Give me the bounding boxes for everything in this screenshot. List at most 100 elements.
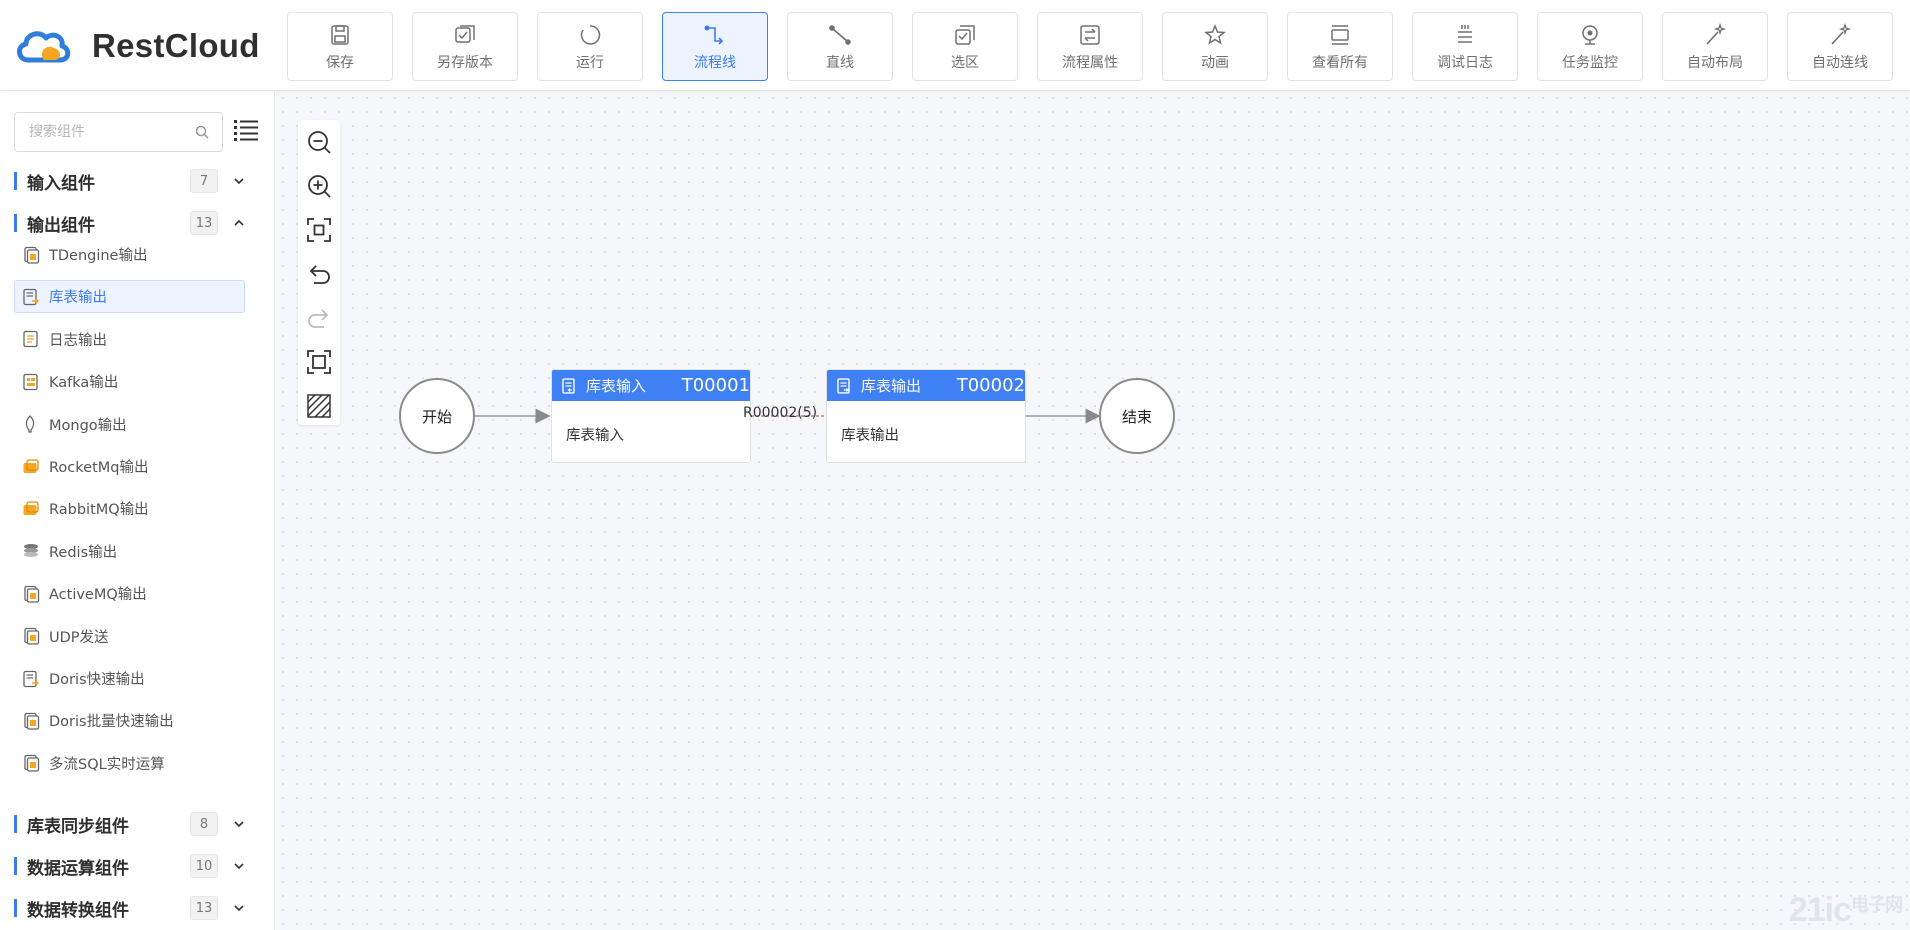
component-item[interactable]: 库表输出	[14, 280, 245, 314]
toolbar-button-flow-properties[interactable]: 流程属性	[1037, 12, 1143, 81]
toolbar-button-label: 动画	[1201, 54, 1229, 71]
toolbar-button-auto-layout[interactable]: 自动布局	[1662, 12, 1768, 81]
category-count: 7	[190, 169, 218, 193]
redo-button[interactable]	[298, 296, 340, 340]
tdengine-icon	[24, 246, 40, 264]
fit-view-button[interactable]	[298, 208, 340, 252]
table-input-icon	[562, 377, 575, 394]
end-node[interactable]: 结束	[1099, 378, 1175, 454]
component-label: ActiveMQ输出	[49, 587, 147, 604]
task-node-body: 库表输入	[566, 428, 624, 444]
component-item[interactable]: TDengine输出	[14, 238, 245, 271]
chevron-down-icon[interactable]	[232, 859, 246, 873]
component-item[interactable]: Doris快速输出	[14, 662, 245, 695]
search-icon[interactable]	[194, 124, 210, 140]
component-item[interactable]: Kafka输出	[14, 365, 245, 398]
toolbar-button-task-monitor[interactable]: 任务监控	[1537, 12, 1643, 81]
multi-stream-sql-icon	[24, 755, 40, 772]
toolbar-button-label: 查看所有	[1312, 54, 1368, 71]
actual-size-icon	[307, 350, 331, 374]
toolbar-button-label: 直线	[826, 54, 854, 71]
actual-size-button[interactable]	[298, 340, 340, 384]
zoom-out-button[interactable]	[298, 120, 340, 164]
toolbar-button-auto-connect[interactable]: 自动连线	[1787, 12, 1893, 81]
component-item[interactable]: Mongo输出	[14, 408, 245, 441]
component-item[interactable]: RabbitMQ输出	[14, 492, 245, 525]
start-node[interactable]: 开始	[399, 378, 475, 454]
component-item[interactable]: RocketMq输出	[14, 450, 245, 483]
activemq-icon	[24, 585, 40, 603]
table-output-icon	[837, 377, 850, 394]
category-input[interactable]: 输入组件 7	[14, 164, 254, 198]
watermark: 21ic电子网	[1788, 891, 1903, 930]
rabbitmq-icon	[23, 501, 39, 515]
doris-icon	[23, 670, 39, 687]
category-output[interactable]: 输出组件 13	[14, 206, 254, 240]
toolbar-button-save[interactable]: 保存	[287, 12, 393, 81]
toolbar-button-debug-log[interactable]: 调试日志	[1412, 12, 1518, 81]
toolbar-button-label: 运行	[576, 54, 604, 71]
straight-line-icon	[829, 24, 851, 45]
toolbar-button-label: 另存版本	[437, 54, 493, 71]
flow-line-icon	[704, 25, 724, 45]
category-data-transform[interactable]: 数据转换组件 13	[14, 891, 254, 925]
component-item[interactable]: ActiveMQ输出	[14, 577, 245, 610]
toolbar-button-animation[interactable]: 动画	[1162, 12, 1268, 81]
toolbar-button-straight-line[interactable]: 直线	[787, 12, 893, 81]
chevron-down-icon[interactable]	[232, 901, 246, 915]
task-node-header: 库表输出 T00002	[827, 370, 1025, 401]
task-node-title: 库表输出	[860, 377, 921, 395]
top-header: RestCloud 保存 另存版本 运行 流程线 直线 选区 流程属性 动画 查看所有 调试日志 任…	[0, 0, 1910, 91]
save-version-icon	[455, 24, 475, 43]
category-count: 13	[190, 211, 218, 235]
watermark-sub: 电子网	[1851, 895, 1903, 915]
component-item[interactable]: Doris批量快速输出	[14, 704, 245, 737]
toolbar-button-run[interactable]: 运行	[537, 12, 643, 81]
undo-button[interactable]	[298, 252, 340, 296]
selection-icon	[955, 24, 975, 45]
edges-layer	[475, 408, 1101, 424]
component-item[interactable]: UDP发送	[14, 620, 245, 653]
component-label: Doris批量快速输出	[49, 714, 174, 731]
category-data-compute[interactable]: 数据运算组件 10	[14, 849, 254, 883]
toolbar-button-label: 流程属性	[1062, 54, 1118, 71]
edge-label[interactable]: R00002(5)	[743, 405, 817, 421]
toolbar-button-label: 自动连线	[1812, 54, 1868, 71]
component-label: 日志输出	[49, 332, 107, 349]
watermark-text: 21ic	[1788, 891, 1852, 929]
component-item[interactable]: Redis输出	[14, 535, 245, 568]
component-item[interactable]: 多流SQL实时运算	[14, 747, 245, 780]
search-input[interactable]	[15, 114, 185, 150]
toolbar: 保存 另存版本 运行 流程线 直线 选区 流程属性 动画 查看所有 调试日志 任务监控 自动布局 自动连…	[287, 12, 1910, 81]
toolbar-button-save-version[interactable]: 另存版本	[412, 12, 518, 81]
task-node-t00002[interactable]: 库表输出 T00002 库表输出	[826, 369, 1026, 463]
toolbar-button-view-all[interactable]: 查看所有	[1287, 12, 1393, 81]
save-icon	[331, 24, 349, 45]
zoom-in-button[interactable]	[298, 164, 340, 208]
category-table-sync[interactable]: 库表同步组件 8	[14, 807, 254, 841]
task-node-t00001[interactable]: 库表输入 T00001 库表输入	[551, 369, 751, 463]
toolbar-button-flow-line[interactable]: 流程线	[662, 12, 768, 81]
chevron-up-icon[interactable]	[232, 216, 246, 230]
component-item[interactable]: 日志输出	[14, 323, 245, 356]
component-label: UDP发送	[49, 629, 109, 646]
category-label: 数据转换组件	[27, 900, 129, 921]
grid-toggle-button[interactable]	[298, 384, 340, 428]
list-view-icon[interactable]	[233, 117, 259, 143]
chevron-down-icon[interactable]	[232, 817, 246, 831]
auto-connect-icon	[1831, 22, 1852, 45]
table-output-icon	[23, 288, 39, 306]
toolbar-button-label: 流程线	[694, 54, 736, 71]
task-node-id: T00002	[956, 375, 1025, 396]
search-box	[14, 112, 223, 152]
animation-icon	[1204, 23, 1226, 45]
mongo-icon	[25, 415, 35, 433]
zoom-in-icon	[308, 175, 331, 198]
chevron-down-icon[interactable]	[232, 174, 246, 188]
toolbar-button-selection[interactable]: 选区	[912, 12, 1018, 81]
component-label: RocketMq输出	[49, 460, 149, 476]
end-label: 结束	[1121, 407, 1152, 426]
component-label: TDengine输出	[49, 248, 148, 264]
flow-canvas[interactable]: 开始 库表输入 T00001 库表输入 R00002(5) 库表输出 T0000…	[276, 91, 1910, 930]
task-node-header: 库表输入 T00001	[552, 370, 750, 401]
